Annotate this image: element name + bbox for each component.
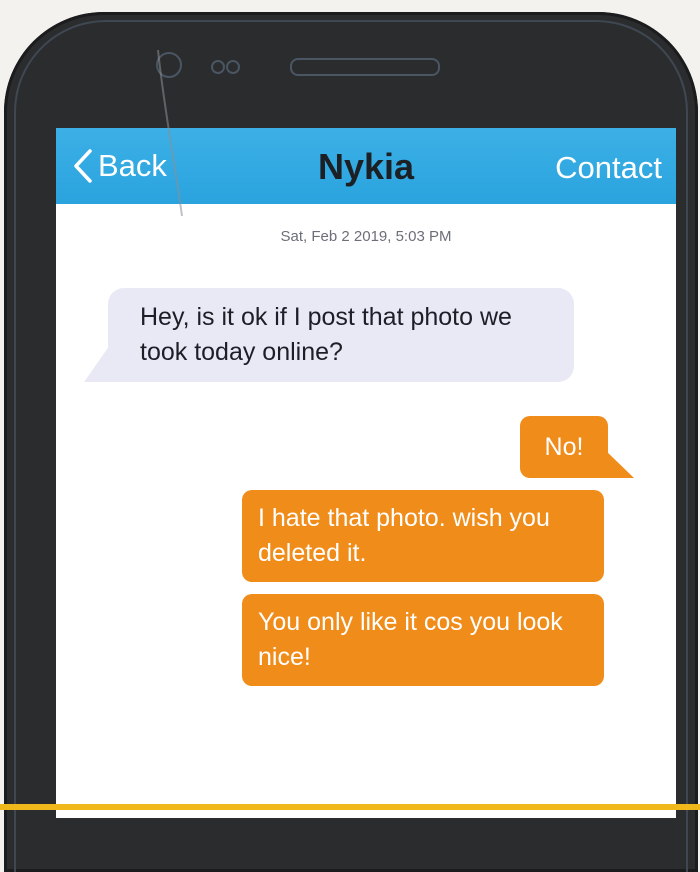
bubble-tail — [84, 322, 144, 382]
outgoing-message-bubble[interactable]: You only like it cos you look nice! — [242, 594, 604, 686]
navigation-bar: Back Nykia Contact — [56, 128, 676, 204]
messaging-screen: Back Nykia Contact Sat, Feb 2 2019, 5:03… — [56, 128, 676, 818]
page-bottom-band — [0, 804, 700, 810]
light-sensor-icon — [226, 60, 240, 74]
chevron-left-icon — [74, 149, 92, 183]
phone-frame: Back Nykia Contact Sat, Feb 2 2019, 5:03… — [4, 12, 698, 872]
conversation-title: Nykia — [317, 146, 415, 187]
back-button-label: Back — [98, 148, 167, 183]
outgoing-message-bubble[interactable]: No! — [520, 416, 634, 478]
proximity-sensor-icon — [211, 60, 225, 74]
front-camera-icon — [156, 52, 182, 78]
message-text: Hey, is it ok if I post that photo we to… — [140, 303, 512, 366]
message-text: You only like it cos you look nice! — [258, 608, 563, 671]
message-timestamp: Sat, Feb 2 2019, 5:03 PM — [280, 228, 452, 245]
incoming-message-bubble[interactable]: Hey, is it ok if I post that photo we to… — [84, 288, 574, 382]
back-button[interactable]: Back — [70, 146, 167, 186]
contact-button[interactable]: Contact — [555, 150, 662, 186]
earpiece-speaker-icon — [290, 58, 440, 76]
outgoing-message-bubble[interactable]: I hate that photo. wish you deleted it. — [242, 490, 604, 582]
message-text: No! — [544, 432, 584, 461]
message-text: I hate that photo. wish you deleted it. — [258, 504, 550, 567]
